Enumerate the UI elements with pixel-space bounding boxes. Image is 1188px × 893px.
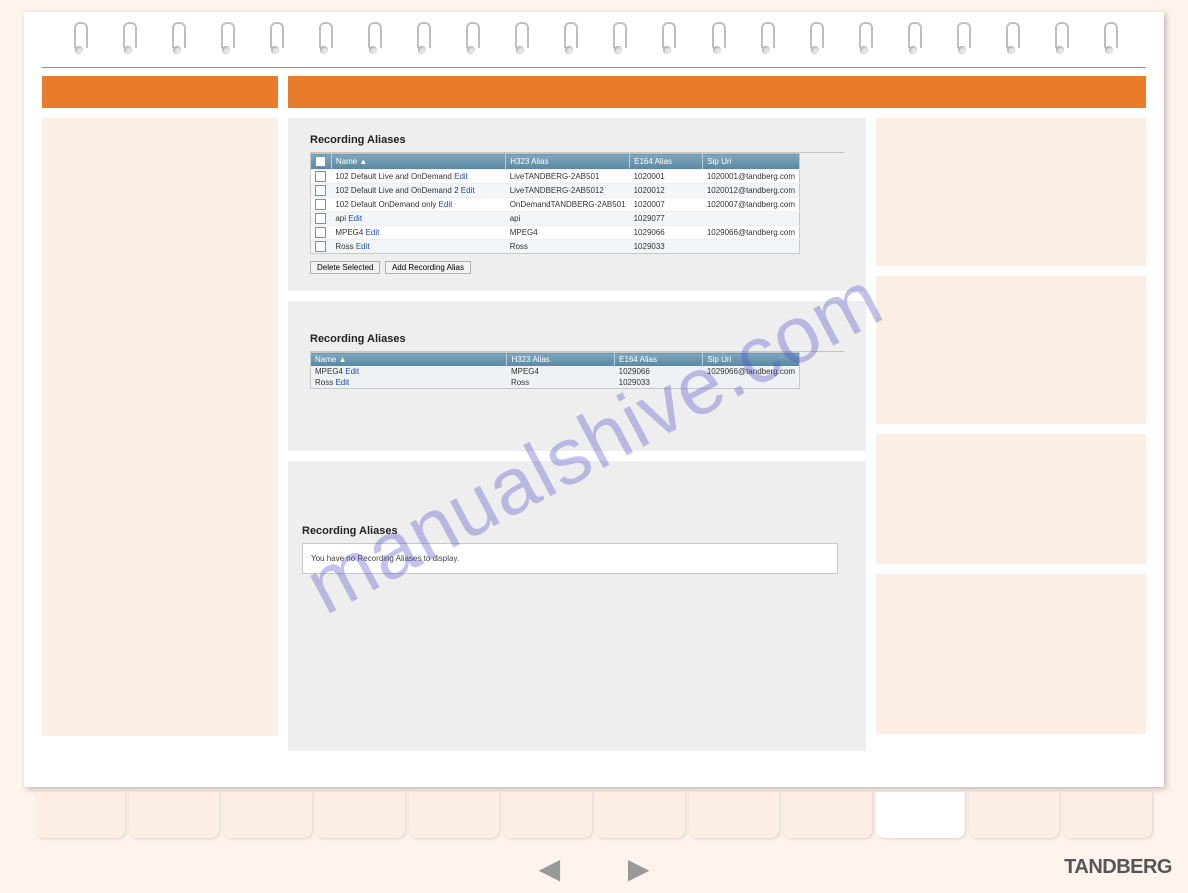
tab[interactable] — [969, 792, 1058, 838]
sip-link[interactable]: 1020001@tandberg.com — [703, 170, 800, 184]
row-checkbox[interactable] — [315, 185, 326, 196]
select-all-checkbox[interactable] — [315, 156, 326, 167]
table-row: 102 Default OnDemand only Edit OnDemandT… — [311, 198, 800, 212]
tab[interactable] — [689, 792, 778, 838]
sip-link[interactable] — [703, 240, 800, 254]
tab[interactable] — [1063, 792, 1152, 838]
tab[interactable] — [223, 792, 312, 838]
prev-page-icon[interactable]: ◀ — [539, 853, 561, 884]
tab-active[interactable] — [876, 792, 965, 838]
brand-logo: TANDBERG — [1064, 856, 1172, 879]
right-block-4 — [876, 574, 1146, 734]
recording-aliases-panel-empty: Recording Aliases You have no Recording … — [288, 461, 866, 751]
table-row: api Edit api 1029077 — [311, 212, 800, 226]
table-row: MPEG4 Edit MPEG4 1029066 1029066@tandber… — [311, 366, 800, 377]
tab[interactable] — [316, 792, 405, 838]
page-nav-arrows: ◀ ▶ — [0, 852, 1188, 885]
recording-aliases-table-user: Name ▲ H323 Alias E164 Alias Sip Uri MPE… — [310, 352, 800, 389]
right-block-1 — [876, 118, 1146, 266]
empty-message-box: You have no Recording Aliases to display… — [302, 543, 838, 574]
col-sip[interactable]: Sip Uri — [703, 154, 800, 170]
col-sip[interactable]: Sip Uri — [703, 353, 800, 367]
top-rule — [42, 67, 1146, 68]
edit-link[interactable]: Edit — [439, 200, 453, 209]
col-e164[interactable]: E164 Alias — [615, 353, 703, 367]
col-name[interactable]: Name ▲ — [331, 154, 505, 170]
sip-link[interactable] — [703, 377, 800, 389]
tab[interactable] — [129, 792, 218, 838]
delete-selected-button[interactable]: Delete Selected — [310, 261, 380, 274]
table-row: MPEG4 Edit MPEG4 1029066 1029066@tandber… — [311, 226, 800, 240]
row-checkbox[interactable] — [315, 213, 326, 224]
panel1-heading: Recording Aliases — [310, 134, 844, 146]
col-h323[interactable]: H323 Alias — [506, 154, 630, 170]
panel3-heading: Recording Aliases — [302, 525, 844, 537]
col-h323[interactable]: H323 Alias — [507, 353, 615, 367]
table-row: Ross Edit Ross 1029033 — [311, 377, 800, 389]
panel2-heading: Recording Aliases — [310, 333, 844, 345]
edit-link[interactable]: Edit — [345, 367, 359, 376]
col-e164[interactable]: E164 Alias — [630, 154, 703, 170]
col-name[interactable]: Name ▲ — [311, 353, 507, 367]
table-row: 102 Default Live and OnDemand Edit LiveT… — [311, 170, 800, 184]
right-block-2 — [876, 276, 1146, 424]
left-sidebar-block — [42, 118, 278, 736]
right-block-3 — [876, 434, 1146, 564]
edit-link[interactable]: Edit — [461, 186, 475, 195]
row-checkbox[interactable] — [315, 227, 326, 238]
sip-link[interactable]: 1029066@tandberg.com — [703, 366, 800, 377]
tab[interactable] — [783, 792, 872, 838]
bottom-tabs — [36, 792, 1152, 838]
add-recording-alias-button[interactable]: Add Recording Alias — [385, 261, 471, 274]
recording-aliases-panel-full: Recording Aliases Name ▲ H323 Alias E164… — [288, 118, 866, 291]
tab[interactable] — [596, 792, 685, 838]
sip-link[interactable]: 1020012@tandberg.com — [703, 184, 800, 198]
tab[interactable] — [503, 792, 592, 838]
edit-link[interactable]: Edit — [335, 378, 349, 387]
table-row: Ross Edit Ross 1029033 — [311, 240, 800, 254]
edit-link[interactable]: Edit — [356, 242, 370, 251]
sip-link[interactable]: 1020007@tandberg.com — [703, 198, 800, 212]
recording-aliases-panel-user: Recording Aliases Name ▲ H323 Alias E164… — [288, 301, 866, 451]
sip-link[interactable]: 1029066@tandberg.com — [703, 226, 800, 240]
edit-link[interactable]: Edit — [454, 172, 468, 181]
recording-aliases-table: Name ▲ H323 Alias E164 Alias Sip Uri 102… — [310, 153, 800, 254]
edit-link[interactable]: Edit — [348, 214, 362, 223]
row-checkbox[interactable] — [315, 199, 326, 210]
next-page-icon[interactable]: ▶ — [628, 853, 650, 884]
row-checkbox[interactable] — [315, 171, 326, 182]
sip-link[interactable] — [703, 212, 800, 226]
empty-message: You have no Recording Aliases to display… — [311, 554, 459, 563]
tab[interactable] — [36, 792, 125, 838]
manual-page: Recording Aliases Name ▲ H323 Alias E164… — [24, 12, 1164, 787]
table-row: 102 Default Live and OnDemand 2 Edit Liv… — [311, 184, 800, 198]
edit-link[interactable]: Edit — [366, 228, 380, 237]
row-checkbox[interactable] — [315, 241, 326, 252]
orange-header-row — [42, 76, 1146, 108]
tab[interactable] — [409, 792, 498, 838]
